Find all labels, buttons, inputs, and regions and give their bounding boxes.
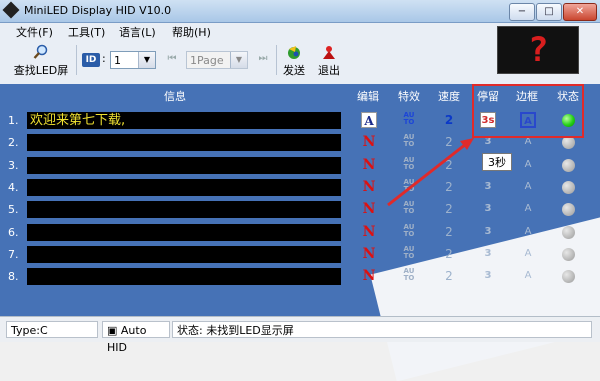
app-window: MiniLED Display HID V10.0 − □ ✕ 文件(F) 工具… xyxy=(0,0,600,381)
usb-icon: ▣ xyxy=(107,324,121,337)
status-message: 状态: 未找到LED显示屏 xyxy=(172,321,592,338)
status-mode: ▣ Auto HID xyxy=(102,321,170,354)
stay-tooltip: 3秒 xyxy=(482,153,512,171)
status-bar: Type:C ▣ Auto HID 状态: 未找到LED显示屏 xyxy=(0,316,600,354)
status-type: Type:C xyxy=(6,321,98,338)
